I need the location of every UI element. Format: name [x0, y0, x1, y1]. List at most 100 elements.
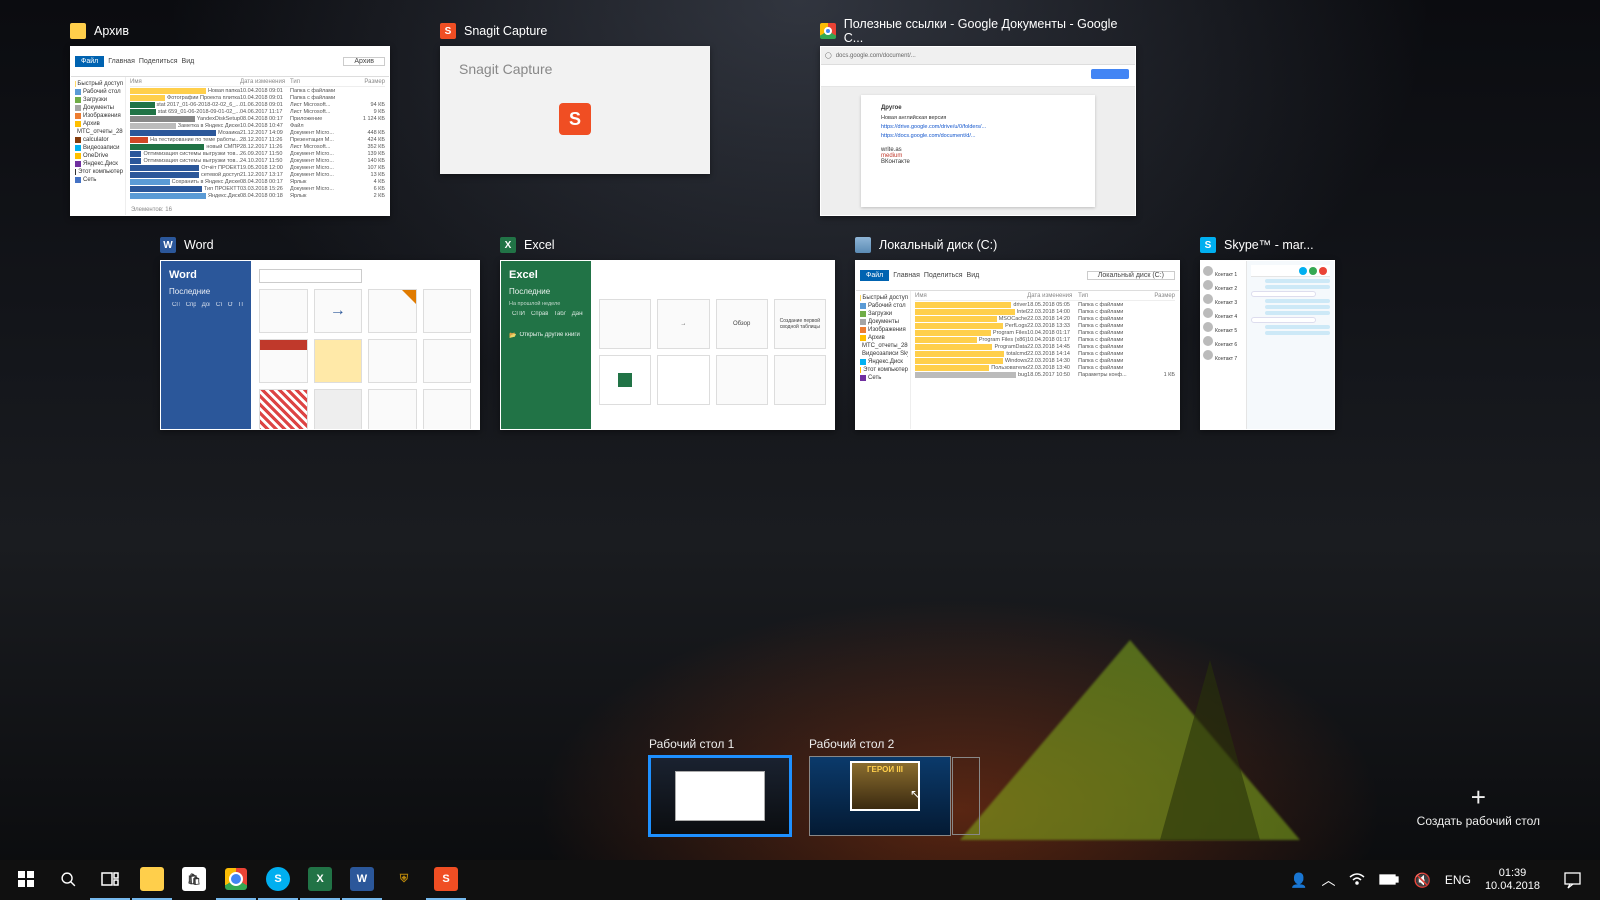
window-title: Excel	[524, 238, 555, 252]
explorer-nav-item: Архив	[858, 334, 908, 342]
file-row: Сохранить в Яндекс Диске08.04.2018 00:17…	[130, 178, 385, 185]
window-skype[interactable]: S Skype™ - mar... Контакт 1Контакт 2Конт…	[1200, 234, 1335, 430]
window-excel[interactable]: X Excel Excel Последние На прошлой недел…	[500, 234, 835, 430]
battery-icon[interactable]	[1379, 872, 1399, 888]
docs-share-button	[1091, 69, 1129, 79]
window-title: Локальный диск (C:)	[879, 238, 997, 252]
skype-icon: S	[1200, 237, 1216, 253]
explorer-nav-item: Загрузки	[858, 310, 908, 318]
task-view-button[interactable]	[90, 860, 130, 900]
taskbar-app-word[interactable]: W	[342, 860, 382, 900]
chrome-icon	[820, 23, 836, 39]
people-icon[interactable]: 👤	[1290, 872, 1307, 889]
explorer-nav-item: OneDrive	[73, 152, 123, 160]
window-local-disk[interactable]: Локальный диск (C:) ФайлГлавнаяПоделитьс…	[855, 234, 1180, 430]
explorer-nav-item: Загрузки	[73, 96, 123, 104]
explorer-nav-item: Видеозаписи Skype	[858, 350, 908, 358]
taskbar-app-store[interactable]: 🛍	[174, 860, 214, 900]
window-title: Skype™ - mar...	[1224, 238, 1314, 252]
file-row: totalcmd22.03.2018 14:14Папка с файлами	[915, 350, 1175, 357]
explorer-nav-item: Рабочий стол	[858, 302, 908, 310]
explorer-nav-item: Яндекс.Диск	[73, 160, 123, 168]
file-row: driver18.05.2018 05:05Папка с файлами	[915, 301, 1175, 308]
explorer-nav-item: Сеть	[858, 374, 908, 382]
file-row: Заметка в Яндекс Диске10.04.2018 10:47Фа…	[130, 122, 385, 129]
word-search	[259, 269, 362, 283]
language-indicator[interactable]: ENG	[1445, 873, 1471, 887]
file-row: Новая папка10.04.2018 09:01Папка с файла…	[130, 87, 385, 94]
file-row: Отчёт ПРОЕКТ19.05.2018 12:00Документ Mic…	[130, 164, 385, 171]
game-window-thumb: ГЕРОИ III	[850, 761, 920, 811]
window-chrome[interactable]: Полезные ссылки - Google Документы - Goo…	[820, 20, 1136, 216]
taskbar-clock[interactable]: 01:39 10.04.2018	[1485, 867, 1540, 892]
explorer-file-menu: Файл	[75, 56, 104, 67]
file-row: Program Files10.04.2018 01:17Папка с фай…	[915, 329, 1175, 336]
explorer-nav-item: Изображения	[73, 112, 123, 120]
window-snagit[interactable]: S Snagit Capture Snagit Capture S	[440, 20, 710, 216]
virtual-desktops-bar: Рабочий стол 1 Рабочий стол 2 ГЕРОИ III …	[649, 737, 951, 836]
explorer-nav-item: MTC_отчеты_280	[73, 128, 123, 136]
explorer-nav-item: Рабочий стол	[73, 88, 123, 96]
virtual-desktop-2[interactable]: Рабочий стол 2 ГЕРОИ III ↖	[809, 737, 951, 836]
explorer-nav-item: Видеозаписи	[73, 144, 123, 152]
file-row: Фотографии Проекта плитка10.04.2018 09:0…	[130, 94, 385, 101]
snagit-logo-icon: S	[559, 103, 591, 135]
file-row: сетевой доступ21.12.2017 13:17Документ M…	[130, 171, 385, 178]
desktop-drop-target[interactable]	[952, 757, 980, 835]
start-button[interactable]	[6, 860, 46, 900]
excel-icon: X	[500, 237, 516, 253]
wifi-icon[interactable]	[1349, 872, 1365, 888]
file-row: stat 659_01-06-2018-09-01-02_...04.06.20…	[130, 108, 385, 115]
explorer-nav-item: calculator	[73, 136, 123, 144]
explorer-nav-item: Сеть	[73, 176, 123, 184]
word-icon: W	[160, 237, 176, 253]
cursor-icon: ↖	[910, 787, 920, 801]
explorer-nav-item: Архив	[73, 120, 123, 128]
file-row: bug18.05.2017 10:50Параметры конф...1 КБ	[915, 371, 1175, 378]
file-row: Пользователи22.03.2018 13:40Папка с файл…	[915, 364, 1175, 371]
explorer-nav-item: Документы	[73, 104, 123, 112]
explorer-nav-item: Этот компьютер	[858, 366, 908, 374]
file-row: Мозаика21.12.2017 14:09Документ Micro...…	[130, 129, 385, 136]
snagit-heading: Snagit Capture	[441, 47, 709, 77]
new-desktop-button[interactable]: + Создать рабочий стол	[1417, 784, 1540, 828]
explorer-nav-item: Быстрый доступ	[858, 294, 908, 302]
snagit-icon: S	[440, 23, 456, 39]
virtual-desktop-1[interactable]: Рабочий стол 1	[649, 737, 791, 836]
taskbar-app-snagit[interactable]: S	[426, 860, 466, 900]
explorer-nav-item: Документы	[858, 318, 908, 326]
explorer-nav-item: Этот компьютер	[73, 168, 123, 176]
file-row: YandexDiskSetup08.04.2018 00:17Приложени…	[130, 115, 385, 122]
taskbar-app-chrome[interactable]	[216, 860, 256, 900]
task-view: Архив Файл Главная Поделиться Вид Архив …	[0, 0, 1600, 860]
window-title: Архив	[94, 24, 129, 38]
plus-icon: +	[1417, 784, 1540, 810]
file-row: новый СМПР28.12.2017 11:26Лист Microsoft…	[130, 143, 385, 150]
taskbar-app-shield[interactable]: ⛨	[384, 860, 424, 900]
drive-icon	[855, 237, 871, 253]
file-row: Оптимизация системы выгрузки тов...26.09…	[130, 150, 385, 157]
volume-icon[interactable]: 🔇	[1413, 872, 1430, 889]
taskbar-app-excel[interactable]: X	[300, 860, 340, 900]
file-row: Program Files (x86)10.04.2018 01:17Папка…	[915, 336, 1175, 343]
window-archive[interactable]: Архив Файл Главная Поделиться Вид Архив …	[70, 20, 390, 216]
window-title: Snagit Capture	[464, 24, 547, 38]
file-row: Windows22.03.2018 14:30Папка с файлами	[915, 357, 1175, 364]
taskbar-app-explorer[interactable]	[132, 860, 172, 900]
explorer-nav-item: Яндекс.Диск	[858, 358, 908, 366]
window-title: Word	[184, 238, 214, 252]
window-word[interactable]: W Word Word Последние СПИСОКСправочникДо…	[160, 234, 480, 430]
file-row: MSOCache22.03.2018 14:20Папка с файлами	[915, 315, 1175, 322]
file-row: stat 2017_01-06-2018-02-02_6_...01.06.20…	[130, 101, 385, 108]
file-row: Яндекс.Диск08.04.2018 00:18Ярлык2 КБ	[130, 192, 385, 199]
action-center-button[interactable]	[1554, 860, 1590, 900]
file-row: Intel22.03.2018 14:00Папка с файлами	[915, 308, 1175, 315]
search-button[interactable]	[48, 860, 88, 900]
tray-chevron-icon[interactable]: ︿	[1321, 870, 1335, 890]
explorer-nav-item: Быстрый доступ	[73, 80, 123, 88]
file-row: Тип ПРОЕКТТ03.03.2018 15:26Документ Micr…	[130, 185, 385, 192]
file-row: Оптимизация системы выгрузки тов...24.10…	[130, 157, 385, 164]
taskbar-app-skype[interactable]: S	[258, 860, 298, 900]
folder-icon	[70, 23, 86, 39]
file-row: На тестирование по теме работы...28.12.2…	[130, 136, 385, 143]
